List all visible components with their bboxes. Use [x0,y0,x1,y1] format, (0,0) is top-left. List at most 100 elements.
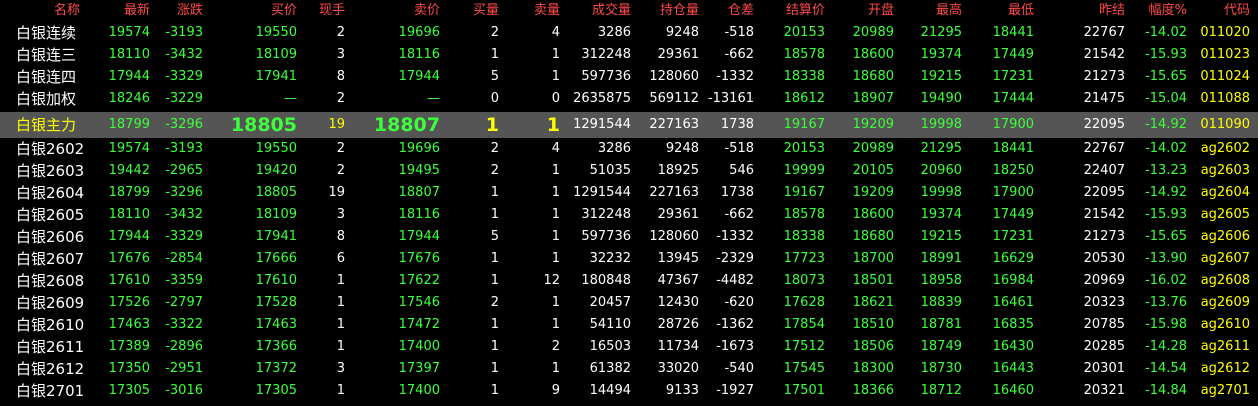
header-name[interactable]: 名称 [54,0,80,22]
header-askvol[interactable]: 卖量 [534,0,560,22]
cell-prevset: 22407 [1083,163,1125,178]
cell-bid: 17528 [255,295,297,310]
cell-prevset: 21273 [1083,229,1125,244]
cell-name: 白银2612 [16,360,85,378]
cell-low: 17444 [992,91,1034,106]
cell-bid: 17941 [255,229,297,244]
cell-oidiff: -2329 [716,251,754,266]
cell-open: 18621 [852,295,894,310]
cell-prevset: 22767 [1083,25,1125,40]
header-oi[interactable]: 持仓量 [660,0,699,22]
cell-name: 白银2610 [16,316,85,334]
table-row[interactable]: 白银2604 18799 -3296 18805 19 18807 1 1 1291544 227… [0,182,1258,204]
cell-high: 18712 [920,383,962,398]
cell-settle: 17545 [783,361,825,376]
cell-lastvol: 19 [328,117,345,132]
cell-open: 18366 [852,383,894,398]
table-row[interactable]: 白银连续 19574 -3193 19550 2 19696 2 4 3286 9248 -518 2… [0,22,1258,44]
header-low[interactable]: 最低 [1008,0,1034,22]
cell-ask: 18116 [398,47,440,62]
cell-bid: 18109 [255,47,297,62]
cell-oi: 9248 [665,141,699,156]
cell-code: ag2607 [1200,251,1250,266]
cell-pct: -14.28 [1145,339,1187,354]
cell-change: -3329 [165,229,203,244]
header-settle[interactable]: 结算价 [786,0,825,22]
cell-high: 19215 [920,229,962,244]
cell-volume: 3286 [597,25,631,40]
header-ask[interactable]: 卖价 [414,0,440,22]
cell-askvol: 1 [546,114,560,136]
header-bid[interactable]: 买价 [271,0,297,22]
cell-open: 18506 [852,339,894,354]
cell-latest: 19442 [108,163,150,178]
cell-bid: 17372 [255,361,297,376]
cell-lastvol: 1 [336,295,345,310]
cell-askvol: 1 [551,251,560,266]
table-row[interactable]: 白银2602 19574 -3193 19550 2 19696 2 4 3286 9248 -51… [0,138,1258,160]
cell-prevset: 20301 [1083,361,1125,376]
header-latest[interactable]: 最新 [124,0,150,22]
table-row[interactable]: 白银主力 18799 -3296 18805 19 18807 1 1 1291544 22716… [0,112,1258,138]
cell-name: 白银2606 [16,228,85,246]
cell-latest: 18246 [108,91,150,106]
table-row[interactable]: 白银2605 18110 -3432 18109 3 18116 1 1 312248 29361… [0,204,1258,226]
cell-code: 011088 [1200,91,1250,106]
cell-low: 16430 [992,339,1034,354]
cell-latest: 18110 [108,47,150,62]
cell-name: 白银2603 [16,162,85,180]
cell-name: 白银连四 [16,68,77,86]
cell-bidvol: 2 [490,141,499,156]
cell-change: -3432 [165,207,203,222]
header-volume[interactable]: 成交量 [592,0,631,22]
table-row[interactable]: 白银2611 17389 -2896 17366 1 17400 1 2 16503 11734 -… [0,336,1258,358]
header-code[interactable]: 代码 [1224,0,1250,22]
header-oidiff[interactable]: 仓差 [728,0,754,22]
cell-latest: 18799 [108,185,150,200]
header-bidvol[interactable]: 买量 [473,0,499,22]
header-pct[interactable]: 幅度% [1149,0,1187,22]
cell-pct: -13.90 [1145,251,1187,266]
cell-bid: 17463 [255,317,297,332]
table-row[interactable]: 白银2603 19442 -2965 19420 2 19495 2 1 51035 18925 5… [0,160,1258,182]
cell-low: 17449 [992,207,1034,222]
cell-oidiff: -1927 [716,383,754,398]
cell-oidiff: -1362 [716,317,754,332]
table-row[interactable]: 白银2606 17944 -3329 17941 8 17944 5 1 597736 12806… [0,226,1258,248]
table-row[interactable]: 白银2607 17676 -2854 17666 6 17676 1 1 32232 13945 -… [0,248,1258,270]
cell-pct: -15.04 [1145,91,1187,106]
cell-prevset: 20321 [1083,383,1125,398]
cell-lastvol: 1 [336,317,345,332]
cell-bidvol: 1 [490,361,499,376]
cell-ask: 19696 [398,25,440,40]
cell-settle: 19167 [783,117,825,132]
cell-oi: 29361 [657,207,699,222]
header-prevset[interactable]: 昨结 [1099,0,1125,22]
cell-low: 18441 [992,141,1034,156]
header-open[interactable]: 开盘 [868,0,894,22]
table-row[interactable]: 白银2609 17526 -2797 17528 1 17546 2 1 20457 12430 -… [0,292,1258,314]
cell-pct: -14.92 [1145,117,1187,132]
table-row[interactable]: 白银连四 17944 -3329 17941 8 17944 5 1 597736 128060 -… [0,66,1258,88]
table-row[interactable]: 白银连三 18110 -3432 18109 3 18116 1 1 312248 29361 -6… [0,44,1258,66]
cell-name: 白银连三 [16,46,77,64]
cell-askvol: 1 [551,47,560,62]
cell-open: 20105 [852,163,894,178]
header-change[interactable]: 涨跌 [177,0,203,22]
header-lastvol[interactable]: 现手 [319,0,345,22]
table-row[interactable]: 白银2612 17350 -2951 17372 3 17397 1 1 61382 33020 -… [0,358,1258,380]
cell-ask: — [427,91,440,106]
table-row[interactable]: 白银加权 18246 -3229 — 2 — 0 0 2635875 569112 -13161 18… [0,88,1258,110]
table-row[interactable]: 白银2608 17610 -3359 17610 1 17622 1 12 180848 4736… [0,270,1258,292]
cell-oidiff: -662 [724,47,754,62]
cell-pct: -16.02 [1145,273,1187,288]
cell-oidiff: 1738 [720,185,754,200]
cell-volume: 3286 [597,141,631,156]
cell-settle: 18338 [783,69,825,84]
cell-lastvol: 1 [336,339,345,354]
header-high[interactable]: 最高 [936,0,962,22]
table-row[interactable]: 白银2701 17305 -3016 17305 1 17400 1 9 14494 9133 -1… [0,380,1258,402]
cell-low: 16461 [992,295,1034,310]
table-row[interactable]: 白银2610 17463 -3322 17463 1 17472 1 1 54110 28726 -… [0,314,1258,336]
cell-oidiff: -13161 [707,91,754,106]
